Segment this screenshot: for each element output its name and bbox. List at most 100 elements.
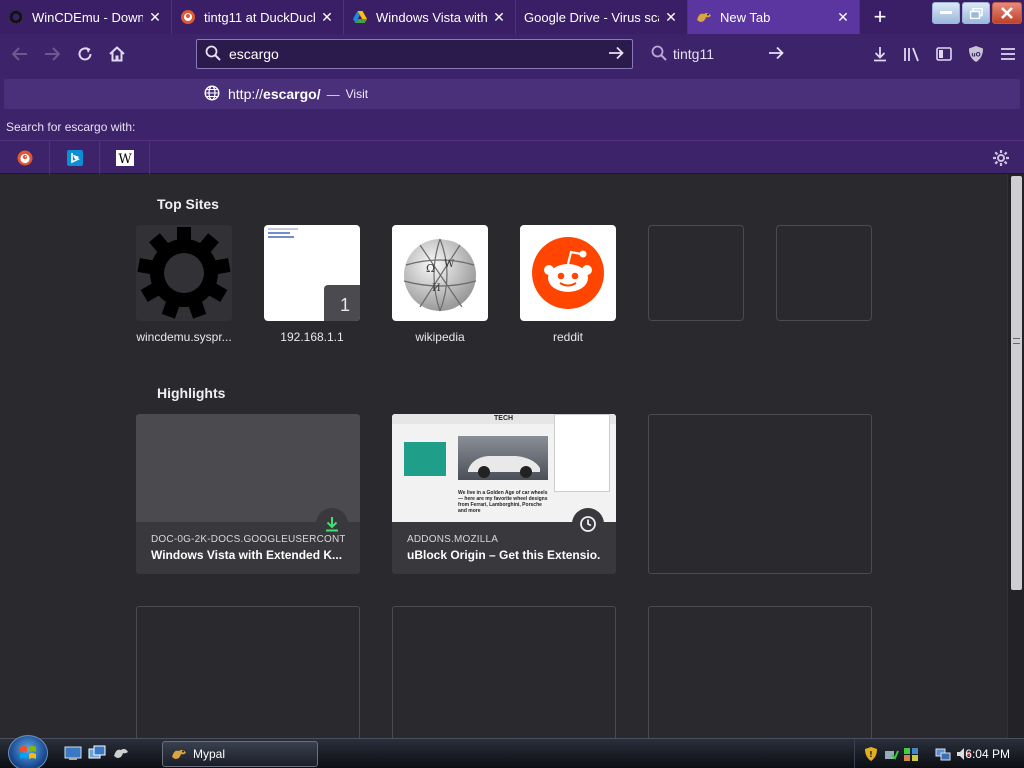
go-arrow-icon[interactable] bbox=[768, 46, 784, 63]
tab-google-drive[interactable]: Google Drive - Virus scan ✕ bbox=[516, 0, 688, 34]
engine-wikipedia[interactable]: W bbox=[100, 140, 150, 175]
search-engines-row: W bbox=[0, 140, 1024, 175]
sidebar-button[interactable] bbox=[928, 38, 960, 70]
page-thumbnail-line bbox=[268, 236, 294, 238]
svg-text:W: W bbox=[444, 259, 455, 270]
url-bar[interactable] bbox=[196, 39, 633, 69]
start-button[interactable] bbox=[8, 735, 48, 768]
tab-windows-vista[interactable]: Windows Vista with E ✕ bbox=[344, 0, 516, 34]
search-settings-button[interactable] bbox=[992, 149, 1010, 170]
top-site-empty-slot[interactable] bbox=[776, 225, 872, 321]
window-close-button[interactable] bbox=[992, 2, 1022, 24]
minimize-button[interactable] bbox=[932, 2, 960, 24]
google-drive-icon bbox=[352, 9, 368, 25]
scrollbar-grip bbox=[1013, 338, 1020, 344]
home-icon bbox=[109, 46, 125, 62]
top-site-router[interactable]: 1 bbox=[264, 225, 360, 321]
tab-strip: WinCDEmu - Downl ✕ tintg11 at DuckDuck ✕… bbox=[0, 0, 1024, 34]
wikipedia-globe-icon: Ω W И bbox=[403, 233, 477, 312]
highlight-card-ublock[interactable]: TECH We live in a Golden Age of car whee… bbox=[392, 414, 616, 574]
thumb-image-phones bbox=[404, 442, 446, 476]
url-suggestions-dropdown: http://escargo/ — Visit Search for escar… bbox=[0, 74, 1024, 175]
security-shield-icon[interactable]: ! bbox=[863, 746, 879, 762]
home-button[interactable] bbox=[101, 38, 133, 70]
safely-remove-icon[interactable] bbox=[883, 746, 899, 762]
quick-launch bbox=[64, 745, 130, 761]
tab-title: Google Drive - Virus scan bbox=[524, 9, 659, 25]
thumb-image-car bbox=[458, 436, 548, 480]
thumb-caption: We live in a Golden Age of car wheels — … bbox=[458, 490, 548, 514]
gear-icon bbox=[137, 227, 231, 319]
highlight-thumbnail bbox=[136, 414, 360, 522]
page-thumbnail-line bbox=[268, 232, 290, 234]
highlight-meta: ADDONS.MOZILLA uBlock Origin – Get this … bbox=[392, 522, 616, 574]
gear-icon bbox=[8, 9, 24, 25]
download-icon bbox=[874, 47, 886, 62]
switch-windows-icon[interactable] bbox=[88, 745, 106, 761]
mypal-quicklaunch-icon[interactable] bbox=[112, 745, 130, 761]
page-thumbnail-line bbox=[268, 228, 298, 230]
close-icon[interactable]: ✕ bbox=[319, 9, 335, 26]
library-button[interactable] bbox=[896, 38, 928, 70]
highlights-heading: Highlights bbox=[157, 385, 226, 401]
network-icon[interactable] bbox=[935, 746, 951, 762]
engine-bing[interactable] bbox=[50, 140, 100, 175]
close-icon[interactable]: ✕ bbox=[835, 9, 851, 26]
tab-new-tab[interactable]: New Tab ✕ bbox=[688, 0, 860, 34]
taskbar-app-mypal[interactable]: Mypal bbox=[162, 741, 318, 767]
toolbar-right-icons: uO bbox=[864, 38, 1024, 70]
top-site-empty-slot[interactable] bbox=[648, 225, 744, 321]
highlight-empty-slot bbox=[136, 606, 360, 738]
menu-button[interactable] bbox=[992, 38, 1024, 70]
highlight-empty-slot bbox=[648, 606, 872, 738]
top-site-wincdemu[interactable] bbox=[136, 225, 232, 321]
downloads-button[interactable] bbox=[864, 38, 896, 70]
hamburger-menu-icon bbox=[1001, 48, 1015, 60]
close-icon[interactable]: ✕ bbox=[491, 9, 507, 26]
window-controls bbox=[932, 2, 1022, 24]
close-icon[interactable]: ✕ bbox=[663, 9, 679, 26]
sidebar-icon bbox=[936, 47, 952, 61]
search-with-label: Search for escargo with: bbox=[6, 120, 136, 134]
reddit-icon bbox=[532, 237, 604, 309]
url-input[interactable] bbox=[229, 46, 608, 62]
suggestion-visit-url[interactable]: http://escargo/ — Visit bbox=[4, 79, 1020, 109]
reload-button[interactable] bbox=[69, 38, 101, 70]
nav-toolbar: uO bbox=[0, 34, 1024, 74]
vertical-scrollbar[interactable] bbox=[1007, 174, 1024, 738]
library-icon bbox=[904, 47, 919, 62]
gear-icon bbox=[993, 150, 1009, 166]
search-icon bbox=[651, 45, 667, 64]
tab-wincdemu[interactable]: WinCDEmu - Downl ✕ bbox=[0, 0, 172, 34]
bing-icon bbox=[66, 149, 83, 166]
highlight-meta: DOC-0G-2K-DOCS.GOOGLEUSERCONTEN... Windo… bbox=[136, 522, 360, 574]
scrollbar-thumb[interactable] bbox=[1011, 176, 1022, 590]
close-icon[interactable]: ✕ bbox=[147, 9, 163, 26]
highlight-thumbnail: TECH We live in a Golden Age of car whee… bbox=[392, 414, 616, 522]
thumb-heading: TECH bbox=[494, 415, 514, 422]
new-tab-button[interactable]: + bbox=[860, 0, 900, 34]
engine-duckduckgo[interactable] bbox=[0, 140, 50, 175]
wikipedia-w-icon: W bbox=[115, 149, 134, 166]
forward-button[interactable] bbox=[36, 38, 68, 70]
svg-text:!: ! bbox=[869, 750, 873, 759]
go-arrow-icon[interactable] bbox=[608, 46, 624, 63]
new-tab-page: Top Sites wincdemu.syspr... 1 192.168.1.… bbox=[0, 174, 1024, 738]
top-site-reddit[interactable] bbox=[520, 225, 616, 321]
tab-duckduckgo[interactable]: tintg11 at DuckDuck ✕ bbox=[172, 0, 344, 34]
svg-text:Ω: Ω bbox=[426, 262, 435, 275]
back-button[interactable] bbox=[4, 38, 36, 70]
search-icon bbox=[205, 45, 221, 64]
top-site-wikipedia[interactable]: Ω W И bbox=[392, 225, 488, 321]
ublock-button[interactable]: uO bbox=[960, 38, 992, 70]
tray-app-icon[interactable] bbox=[903, 746, 919, 762]
top-site-label: wincdemu.syspr... bbox=[136, 330, 232, 344]
search-bar[interactable] bbox=[645, 39, 790, 69]
show-desktop-icon[interactable] bbox=[64, 745, 82, 761]
mypal-icon bbox=[696, 9, 712, 25]
svg-text:W: W bbox=[118, 152, 132, 166]
highlight-card-vista[interactable]: DOC-0G-2K-DOCS.GOOGLEUSERCONTEN... Windo… bbox=[136, 414, 360, 574]
search-input[interactable] bbox=[673, 46, 768, 62]
top-site-label: wikipedia bbox=[415, 330, 465, 344]
maximize-button[interactable] bbox=[962, 2, 990, 24]
